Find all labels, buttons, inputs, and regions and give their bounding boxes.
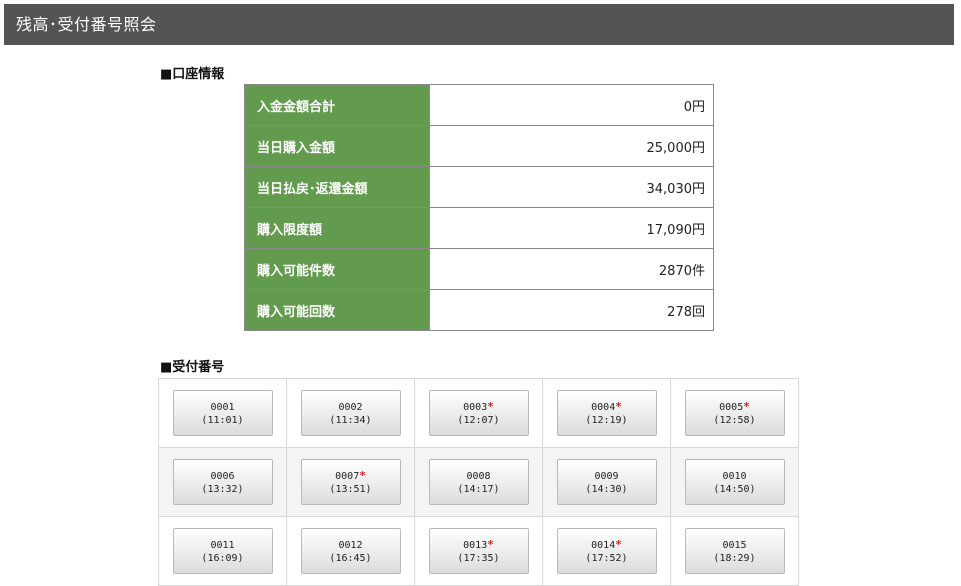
today-refund-value: 34,030円 — [429, 166, 714, 208]
receipt-number: 0001 — [210, 402, 235, 413]
receipt-row: 0006 (13:32) 0007* (13:51) 0008 (14:17) 000… — [158, 447, 799, 517]
purchasable-count-value: 2870件 — [429, 248, 714, 290]
receipt-mark: * — [487, 538, 494, 551]
receipt-number: 0009 — [594, 471, 619, 482]
receipt-cell: 0009 (14:30) — [542, 447, 671, 517]
receipt-number: 0013 — [463, 540, 488, 551]
table-row: 当日購入金額 25,000円 — [244, 125, 714, 167]
receipt-button-0002[interactable]: 0002 (11:34) — [300, 390, 401, 436]
receipt-button-0015[interactable]: 0015 (18:29) — [684, 528, 785, 574]
receipt-button-0001[interactable]: 0001 (11:01) — [172, 390, 273, 436]
receipt-button-0008[interactable]: 0008 (14:17) — [428, 459, 529, 505]
purchase-limit-label: 購入限度額 — [244, 207, 430, 249]
receipt-cell: 0012 (16:45) — [286, 516, 415, 586]
receipt-number: 0014 — [591, 540, 616, 551]
receipt-mark: * — [615, 538, 622, 551]
today-refund-label: 当日払戻･返還金額 — [244, 166, 430, 208]
receipt-mark: * — [359, 469, 366, 482]
receipt-button-0010[interactable]: 0010 (14:50) — [684, 459, 785, 505]
account-info-heading: ■口座情報 — [160, 67, 225, 82]
receipt-time: (18:29) — [713, 553, 756, 564]
receipt-cell: 0002 (11:34) — [286, 378, 415, 448]
receipt-number-grid: 0001 (11:01) 0002 (11:34) 0003* (12:07) 000… — [158, 378, 799, 586]
receipt-mark: * — [615, 400, 622, 413]
today-purchase-value: 25,000円 — [429, 125, 714, 167]
receipt-cell: 0001 (11:01) — [158, 378, 287, 448]
receipt-time: (13:32) — [201, 484, 244, 495]
receipt-time: (12:07) — [457, 415, 500, 426]
receipt-time: (14:30) — [585, 484, 628, 495]
receipt-time: (11:34) — [329, 415, 372, 426]
receipt-button-0009[interactable]: 0009 (14:30) — [556, 459, 657, 505]
receipt-time: (14:50) — [713, 484, 756, 495]
receipt-row: 0011 (16:09) 0012 (16:45) 0013* (17:35) 001… — [158, 516, 799, 586]
receipt-time: (17:35) — [457, 553, 500, 564]
receipt-time: (13:51) — [329, 484, 372, 495]
receipt-cell: 0005* (12:58) — [670, 378, 799, 448]
receipt-button-0007[interactable]: 0007* (13:51) — [300, 459, 401, 505]
receipt-button-0011[interactable]: 0011 (16:09) — [172, 528, 273, 574]
receipt-time: (16:09) — [201, 553, 244, 564]
table-row: 当日払戻･返還金額 34,030円 — [244, 166, 714, 208]
purchasable-count-label: 購入可能件数 — [244, 248, 430, 290]
today-purchase-label: 当日購入金額 — [244, 125, 430, 167]
receipt-number: 0005 — [719, 402, 744, 413]
receipt-time: (17:52) — [585, 553, 628, 564]
purchasable-times-value: 278回 — [429, 289, 714, 331]
receipt-time: (12:58) — [713, 415, 756, 426]
table-row: 購入可能件数 2870件 — [244, 248, 714, 290]
receipt-number: 0012 — [338, 540, 363, 551]
receipt-number: 0006 — [210, 471, 235, 482]
receipt-button-0003[interactable]: 0003* (12:07) — [428, 390, 529, 436]
receipt-number: 0015 — [722, 540, 747, 551]
receipt-number: 0002 — [338, 402, 363, 413]
receipt-button-0004[interactable]: 0004* (12:19) — [556, 390, 657, 436]
table-row: 購入限度額 17,090円 — [244, 207, 714, 249]
total-deposit-label: 入金金額合計 — [244, 84, 430, 126]
receipt-number: 0003 — [463, 402, 488, 413]
receipt-time: (16:45) — [329, 553, 372, 564]
receipt-cell: 0014* (17:52) — [542, 516, 671, 586]
table-row: 入金金額合計 0円 — [244, 84, 714, 126]
purchasable-times-label: 購入可能回数 — [244, 289, 430, 331]
receipt-button-0005[interactable]: 0005* (12:58) — [684, 390, 785, 436]
receipt-button-0012[interactable]: 0012 (16:45) — [300, 528, 401, 574]
receipt-number: 0008 — [466, 471, 491, 482]
receipt-button-0013[interactable]: 0013* (17:35) — [428, 528, 529, 574]
receipt-mark: * — [487, 400, 494, 413]
receipt-cell: 0006 (13:32) — [158, 447, 287, 517]
receipt-button-0006[interactable]: 0006 (13:32) — [172, 459, 273, 505]
receipt-cell: 0008 (14:17) — [414, 447, 543, 517]
page-title: 残高･受付番号照会 — [4, 4, 954, 45]
receipt-time: (12:19) — [585, 415, 628, 426]
receipt-cell: 0011 (16:09) — [158, 516, 287, 586]
account-info-table: 入金金額合計 0円 当日購入金額 25,000円 当日払戻･返還金額 34,03… — [244, 84, 714, 331]
receipt-cell: 0015 (18:29) — [670, 516, 799, 586]
total-deposit-value: 0円 — [429, 84, 714, 126]
receipt-row: 0001 (11:01) 0002 (11:34) 0003* (12:07) 000… — [158, 378, 799, 448]
receipt-mark: * — [743, 400, 750, 413]
receipt-cell: 0010 (14:50) — [670, 447, 799, 517]
receipt-cell: 0013* (17:35) — [414, 516, 543, 586]
receipt-time: (14:17) — [457, 484, 500, 495]
receipt-cell: 0007* (13:51) — [286, 447, 415, 517]
receipt-cell: 0003* (12:07) — [414, 378, 543, 448]
receipt-number-heading: ■受付番号 — [160, 360, 225, 375]
receipt-number: 0010 — [722, 471, 747, 482]
receipt-button-0014[interactable]: 0014* (17:52) — [556, 528, 657, 574]
receipt-number: 0004 — [591, 402, 616, 413]
purchase-limit-value: 17,090円 — [429, 207, 714, 249]
table-row: 購入可能回数 278回 — [244, 289, 714, 331]
receipt-time: (11:01) — [201, 415, 244, 426]
receipt-number: 0011 — [210, 540, 235, 551]
receipt-cell: 0004* (12:19) — [542, 378, 671, 448]
receipt-number: 0007 — [335, 471, 360, 482]
